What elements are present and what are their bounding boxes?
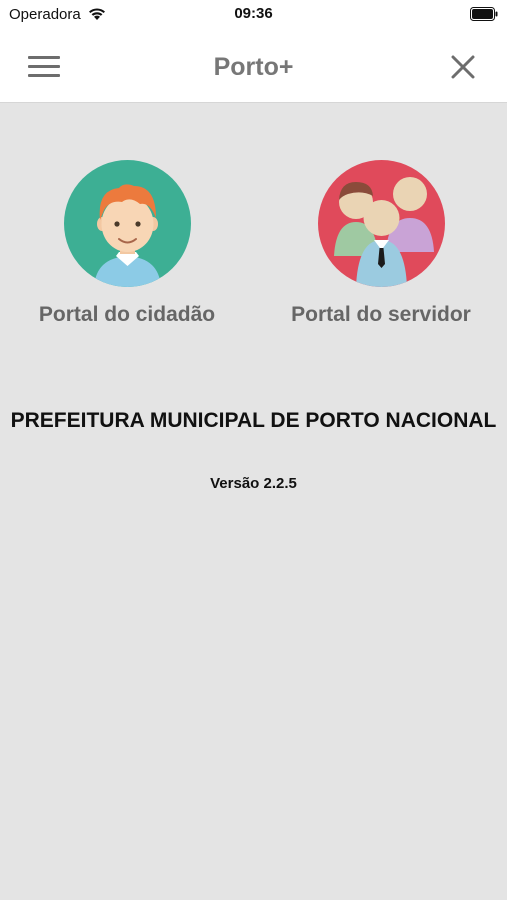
portal-servidor-label: Portal do servidor (291, 303, 471, 326)
battery-icon (470, 7, 498, 21)
app-version: Versão 2.2.5 (210, 475, 297, 492)
portal-cidadao-button[interactable]: Portal do cidadão (7, 160, 247, 327)
organization-name: PREFEITURA MUNICIPAL DE PORTO NACIONAL (10, 409, 497, 432)
close-icon (451, 55, 475, 79)
close-button[interactable] (451, 55, 475, 79)
citizen-avatar-icon (63, 160, 191, 287)
portal-servidor-button[interactable]: Portal do servidor (261, 160, 501, 327)
status-time: 09:36 (234, 5, 273, 22)
portal-cidadao-label: Portal do cidadão (38, 303, 216, 326)
employees-group-icon (317, 160, 445, 287)
page-title: Porto+ (213, 53, 294, 81)
status-bar: Operadora 09:36 (0, 0, 507, 30)
navigation-bar: Porto+ (0, 30, 507, 103)
